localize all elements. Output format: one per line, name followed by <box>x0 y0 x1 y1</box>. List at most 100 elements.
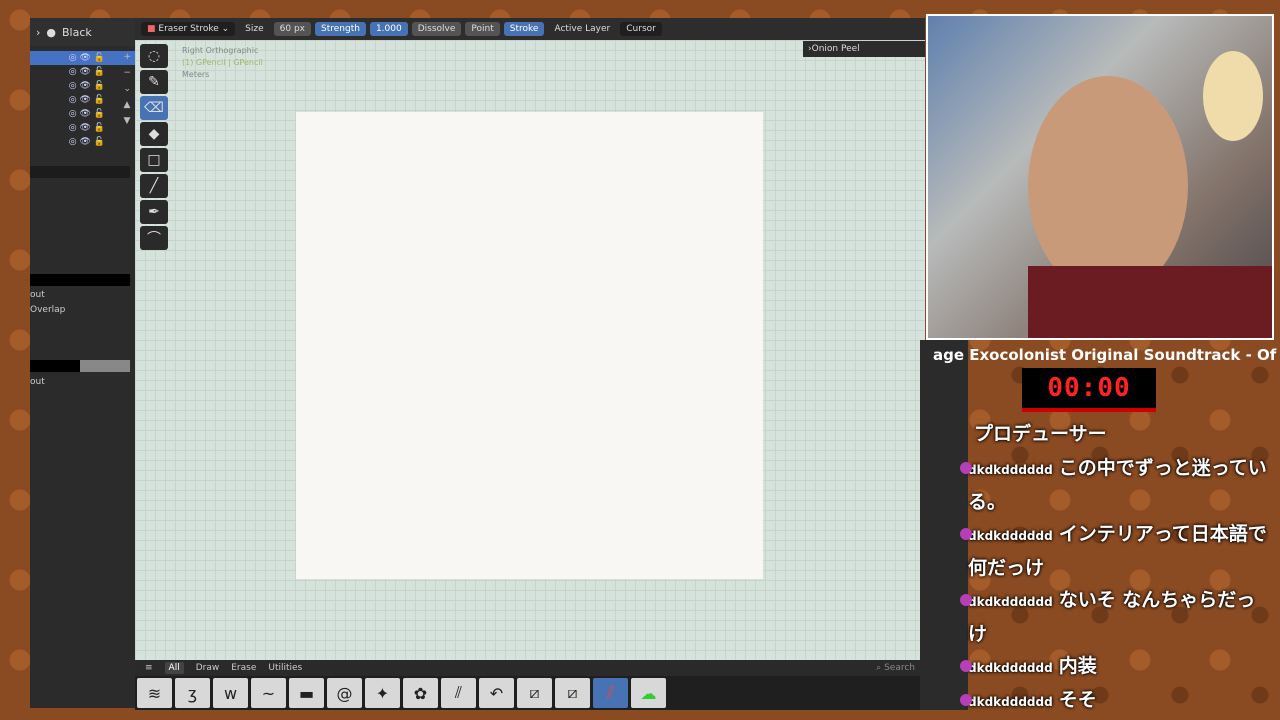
brush-item[interactable]: ⧄ <box>517 678 552 708</box>
strength-label[interactable]: Strength <box>315 22 366 36</box>
brush-item[interactable]: ⧄ <box>555 678 590 708</box>
search-field[interactable]: ⌕ Search <box>876 663 915 673</box>
chat-message: dkdkdddddd この中でずっと迷っている。 <box>960 452 1268 518</box>
layer-row[interactable]: ◎ 👁 🔓 <box>30 107 135 121</box>
select-cursor-icon[interactable]: ◌ <box>140 44 168 68</box>
chat-message: dkdkdddddd 内装 <box>960 650 1268 684</box>
viewport-toolbar: ◌ ✎ ⌫ ◆ □ ╱ ✒ ⌒ <box>140 44 170 250</box>
mode-point-button[interactable]: Point <box>465 22 500 36</box>
tab-all[interactable]: All <box>164 662 184 674</box>
move-down-icon[interactable]: ▼ <box>123 116 131 126</box>
prop-overlap-label: Overlap <box>30 305 66 315</box>
overlay-side-panel <box>920 340 968 710</box>
brush-item[interactable]: ᴡ <box>213 678 248 708</box>
layer-side-buttons: + − ⌄ ▲ ▼ <box>123 52 131 126</box>
brush-item[interactable]: ↶ <box>479 678 514 708</box>
brush-item[interactable]: ~ <box>251 678 286 708</box>
now-playing-ticker: age Exocolonist Original Soundtrack - Of <box>933 346 1277 364</box>
move-up-icon[interactable]: ▲ <box>123 100 131 110</box>
chat-user-icon <box>960 660 972 672</box>
curve-icon[interactable]: ⌒ <box>140 226 168 250</box>
search-placeholder: Search <box>884 663 915 673</box>
layer-row[interactable]: ◎ 👁 🔓 <box>30 79 135 93</box>
tab-utilities[interactable]: Utilities <box>268 663 302 673</box>
mode-stroke-button[interactable]: Stroke <box>503 22 545 36</box>
chat-user: dkdkdddddd <box>968 463 1053 477</box>
chevron-right-icon[interactable]: › <box>36 26 40 39</box>
chat-user: dkdkdddddd <box>968 661 1053 675</box>
chat-overlay: プロデューサー dkdkdddddd この中でずっと迷っている。 dkdkdddd… <box>960 418 1268 718</box>
menu-icon[interactable]: ≡ <box>145 663 153 673</box>
fill-bucket-icon[interactable]: ◆ <box>140 122 168 146</box>
brush-item[interactable]: ▬ <box>289 678 324 708</box>
draw-brush-icon[interactable]: ✎ <box>140 70 168 94</box>
eyedropper-icon[interactable]: ✒ <box>140 200 168 224</box>
chevron-down-icon[interactable]: ⌄ <box>123 84 131 94</box>
search-icon: ⌕ <box>876 663 882 673</box>
brush-item[interactable]: ☁ <box>631 678 666 708</box>
brush-shelf: ≋ ʒ ᴡ ~ ▬ @ ✦ ✿ ⫽ ↶ ⧄ ⧄ ⫽ ☁ <box>135 676 925 710</box>
layer-row[interactable]: ◎ 👁 🔓 <box>30 121 135 135</box>
chat-text: 内装 <box>1058 655 1097 677</box>
onion-peel-label: Onion Peel <box>811 44 860 54</box>
brush-item[interactable]: ⫽ <box>441 678 476 708</box>
tab-draw[interactable]: Draw <box>196 663 220 673</box>
tab-erase[interactable]: Erase <box>231 663 256 673</box>
strength-field[interactable]: 1.000 <box>369 22 408 36</box>
add-icon[interactable]: + <box>123 52 131 62</box>
tool-dropdown[interactable]: ■ Eraser Stroke ⌄ <box>141 22 236 36</box>
viewport-info: Right Orthographic (1) GPencil | GPencil… <box>182 45 263 81</box>
box-icon[interactable]: □ <box>140 148 168 172</box>
chat-text: そそ <box>1058 689 1097 711</box>
tool-label: Eraser Stroke <box>158 24 219 34</box>
active-layer-toggle[interactable]: Active Layer <box>548 22 616 36</box>
layer-row[interactable]: ◎ 👁 🔓 <box>30 51 135 65</box>
chat-user-icon <box>960 528 972 540</box>
color-swatch[interactable] <box>30 274 130 286</box>
layer-row[interactable]: ◎ 👁 🔓 <box>30 135 135 149</box>
chat-message: プロデューサー <box>968 418 1268 452</box>
brush-item[interactable]: @ <box>327 678 362 708</box>
chat-user-icon <box>960 694 972 706</box>
webcam-image <box>928 16 1272 338</box>
brush-item-selected[interactable]: ⫽ <box>593 678 628 708</box>
header-label: Black <box>62 25 92 39</box>
properties-panel: › ● Black ◎ 👁 🔓 ◎ 👁 🔓 ◎ 👁 🔓 ◎ 👁 🔓 ◎ 👁 🔓 … <box>30 18 135 708</box>
chat-message: dkdkdddddd ないそ なんちゃらだっけ <box>960 584 1268 650</box>
chat-text: プロデューサー <box>974 423 1107 445</box>
layer-row[interactable]: ◎ 👁 🔓 <box>30 93 135 107</box>
remove-icon[interactable]: − <box>123 68 131 78</box>
tool-settings-bar: ■ Eraser Stroke ⌄ Size 60 px Strength 1.… <box>135 18 925 40</box>
size-field[interactable]: 60 px <box>273 22 312 36</box>
prop-out-label-2: out <box>30 377 45 387</box>
countdown-timer: 00:00 <box>1022 368 1156 412</box>
color-alpha-swatch[interactable] <box>30 360 130 372</box>
chat-message: dkdkdddddd そそ <box>960 684 1268 718</box>
filter-field[interactable] <box>30 166 130 178</box>
webcam-feed <box>926 14 1274 340</box>
brush-item[interactable]: ✦ <box>365 678 400 708</box>
drawing-canvas[interactable] <box>296 112 763 579</box>
eraser-icon[interactable]: ⌫ <box>140 96 168 120</box>
mode-dissolve-button[interactable]: Dissolve <box>411 22 462 36</box>
asset-shelf-tabs: ≡ All Draw Erase Utilities ⌕ Search <box>135 660 925 676</box>
layer-row[interactable]: ◎ 👁 🔓 <box>30 65 135 79</box>
eraser-icon: ■ <box>147 24 156 34</box>
cursor-dropdown[interactable]: Cursor <box>620 22 662 36</box>
brush-item[interactable]: ʒ <box>175 678 210 708</box>
chat-user: dkdkdddddd <box>968 595 1053 609</box>
units-label: Meters <box>182 70 210 79</box>
prop-out-label: out <box>30 290 45 300</box>
sphere-icon: ● <box>46 25 57 39</box>
panel-header[interactable]: › ● Black <box>30 18 135 46</box>
chat-message: dkdkdddddd インテリアって日本語で何だっけ <box>960 518 1268 584</box>
view-name: Right Orthographic <box>182 46 259 55</box>
onion-peel-panel[interactable]: › Onion Peel <box>803 41 925 57</box>
brush-item[interactable]: ✿ <box>403 678 438 708</box>
object-name: (1) GPencil | GPencil <box>182 58 263 67</box>
chat-user: dkdkdddddd <box>968 529 1053 543</box>
brush-item[interactable]: ≋ <box>137 678 172 708</box>
chat-user: dkdkdddddd <box>968 695 1053 709</box>
chat-user-icon <box>960 462 972 474</box>
line-icon[interactable]: ╱ <box>140 174 168 198</box>
